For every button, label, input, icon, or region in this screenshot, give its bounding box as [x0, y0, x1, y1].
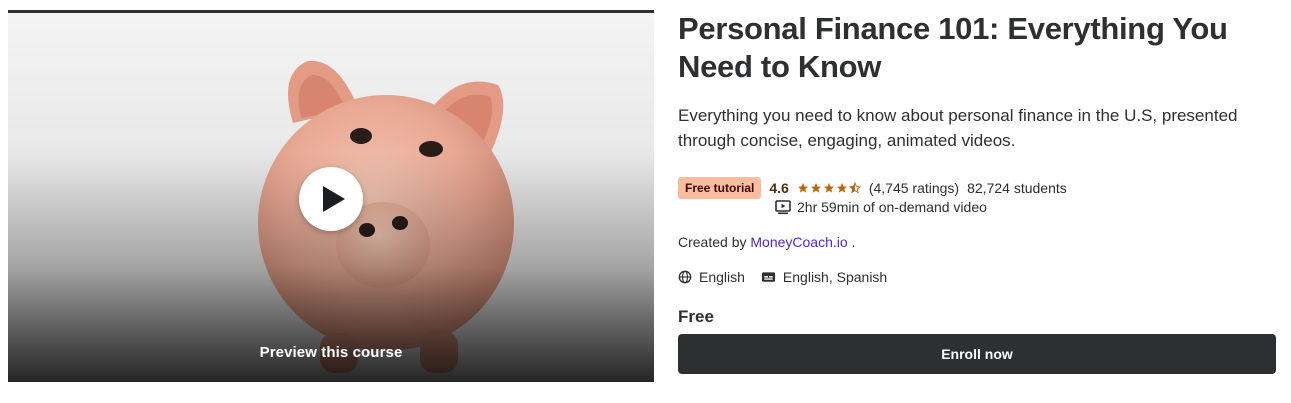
created-by-row: Created by MoneyCoach.io . [678, 234, 855, 250]
star-icon [823, 183, 834, 193]
preview-label: Preview this course [259, 344, 403, 361]
course-info: Personal Finance 101: Everything You Nee… [678, 10, 1278, 374]
play-button[interactable] [299, 167, 363, 231]
captions-label: English, Spanish [782, 269, 888, 285]
language-label: English [699, 269, 745, 285]
closed-captions-icon [761, 270, 776, 284]
language-row: English English, Spanish [678, 269, 903, 285]
course-title: Personal Finance 101: Everything You Nee… [678, 11, 1228, 84]
created-by-label: Created by [678, 234, 747, 250]
captions-item: English, Spanish [761, 269, 887, 285]
course-subtitle: Everything you need to know about person… [678, 106, 1238, 150]
free-tutorial-badge: Free tutorial [678, 177, 762, 199]
globe-icon [678, 270, 692, 284]
enroll-button[interactable]: Enroll now [678, 334, 1276, 374]
price: Free [678, 307, 714, 326]
video-icon [775, 199, 791, 215]
students-count: 82,724 students [967, 180, 1067, 196]
star-icon [797, 183, 808, 193]
rating-row: Free tutorial 4.6 (4,745 ratings) 82,724… [678, 177, 1067, 199]
ratings-count: (4,745 ratings) [868, 180, 960, 196]
half-star-icon [848, 182, 861, 194]
rating-value: 4.6 [769, 180, 789, 196]
star-rating [797, 182, 861, 194]
course-preview[interactable]: Preview this course [8, 10, 654, 382]
instructor-suffix: . [851, 234, 856, 250]
star-icon [810, 183, 821, 193]
instructor-link[interactable]: MoneyCoach.io [750, 234, 847, 250]
language-item: English [678, 269, 745, 285]
video-length: 2hr 59min of on-demand video [797, 199, 987, 215]
video-length-row: 2hr 59min of on-demand video [775, 199, 987, 215]
star-icon [836, 183, 847, 193]
